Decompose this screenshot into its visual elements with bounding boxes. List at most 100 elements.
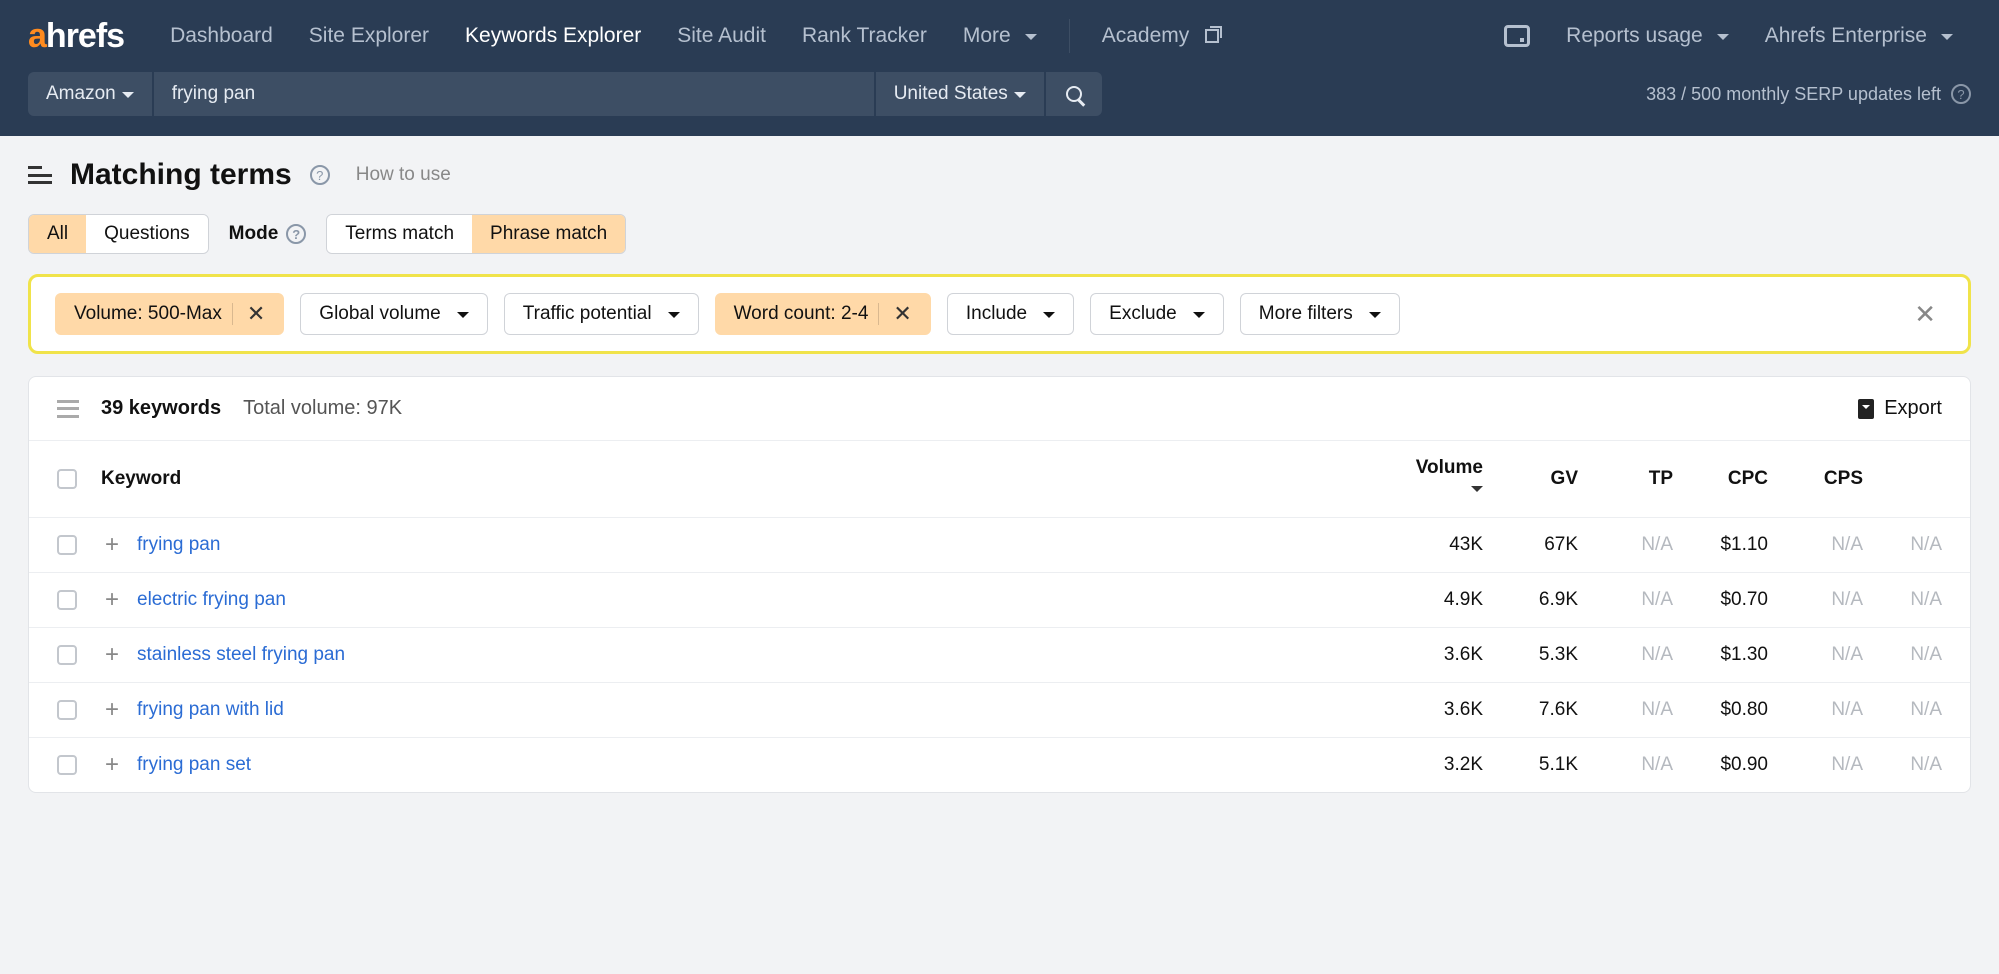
toggle-row: All Questions Mode? Terms match Phrase m… (28, 214, 1971, 254)
list-icon[interactable] (28, 166, 52, 184)
total-volume: Total volume: 97K (243, 397, 402, 420)
expand-button[interactable]: + (101, 644, 123, 666)
filter-exclude[interactable]: Exclude (1090, 293, 1224, 335)
cell-cps: N/A (1780, 628, 1875, 683)
row-checkbox[interactable] (57, 590, 77, 610)
keyword-input[interactable] (154, 72, 874, 116)
cell-extra: N/A (1875, 628, 1970, 683)
cell-cpc: $1.30 (1685, 628, 1780, 683)
cell-volume: 43K (1400, 518, 1495, 573)
content: Matching terms ? How to use All Question… (0, 136, 1999, 815)
keyword-link[interactable]: stainless steel frying pan (137, 644, 345, 665)
how-to-use-link[interactable]: How to use (356, 164, 451, 186)
logo-a: a (28, 17, 46, 55)
nav-site-explorer[interactable]: Site Explorer (291, 24, 447, 48)
nav-site-audit[interactable]: Site Audit (659, 24, 784, 48)
cell-tp: N/A (1590, 628, 1685, 683)
filter-bar: Volume: 500-Max✕ Global volume Traffic p… (28, 274, 1971, 354)
mode-help-icon[interactable]: ? (286, 224, 306, 244)
filter-traffic-potential[interactable]: Traffic potential (504, 293, 699, 335)
nav-academy-label: Academy (1102, 24, 1190, 48)
close-icon[interactable]: ✕ (232, 303, 265, 325)
nav-separator (1069, 19, 1070, 53)
row-checkbox[interactable] (57, 535, 77, 555)
source-select[interactable]: Amazon (28, 72, 152, 116)
logo[interactable]: ahrefs (28, 17, 124, 56)
search-button[interactable] (1046, 72, 1102, 116)
col-keyword[interactable]: Keyword (89, 441, 1400, 518)
export-button[interactable]: Export (1858, 397, 1942, 420)
keyword-link[interactable]: frying pan (137, 534, 220, 555)
col-volume[interactable]: Volume (1400, 441, 1495, 518)
topbar: ahrefs Dashboard Site Explorer Keywords … (0, 0, 1999, 136)
table-row: +stainless steel frying pan 3.6K 5.3K N/… (29, 628, 1970, 683)
search-icon (1066, 86, 1082, 102)
expand-button[interactable]: + (101, 754, 123, 776)
close-icon[interactable]: ✕ (878, 303, 911, 325)
keyword-link[interactable]: frying pan set (137, 754, 251, 775)
cell-cpc: $0.90 (1685, 738, 1780, 793)
filter-more[interactable]: More filters (1240, 293, 1400, 335)
page-title: Matching terms (70, 158, 292, 192)
table-header-row: Keyword Volume GV TP CPC CPS (29, 441, 1970, 518)
tablet-icon (1504, 25, 1530, 47)
title-help-icon[interactable]: ? (310, 165, 330, 185)
filter-global-volume[interactable]: Global volume (300, 293, 487, 335)
nav-device[interactable] (1486, 25, 1548, 47)
select-all-checkbox[interactable] (57, 469, 77, 489)
cell-volume: 3.2K (1400, 738, 1495, 793)
expand-button[interactable]: + (101, 699, 123, 721)
keyword-link[interactable]: frying pan with lid (137, 699, 284, 720)
rows-icon[interactable] (57, 400, 79, 418)
col-cpc[interactable]: CPC (1685, 441, 1780, 518)
keyword-count: 39 keywords (101, 397, 221, 420)
nav-academy[interactable]: Academy (1084, 24, 1238, 48)
clear-filters-button[interactable]: ✕ (1906, 299, 1944, 330)
filter-word-count[interactable]: Word count: 2-4✕ (715, 293, 931, 335)
filter-volume[interactable]: Volume: 500-Max✕ (55, 293, 284, 335)
nav-more[interactable]: More (945, 24, 1055, 48)
toggle-all[interactable]: All (29, 215, 86, 253)
logo-rest: hrefs (46, 17, 124, 55)
serp-updates-label: 383 / 500 monthly SERP updates left (1646, 84, 1941, 105)
row-checkbox[interactable] (57, 700, 77, 720)
toggle-phrase-match[interactable]: Phrase match (472, 215, 625, 253)
cell-tp: N/A (1590, 683, 1685, 738)
col-tp[interactable]: TP (1590, 441, 1685, 518)
row-checkbox[interactable] (57, 755, 77, 775)
row-checkbox[interactable] (57, 645, 77, 665)
serp-updates-info: 383 / 500 monthly SERP updates left ? (1646, 84, 1971, 105)
download-icon (1858, 399, 1874, 419)
country-select[interactable]: United States (876, 72, 1044, 116)
cell-extra: N/A (1875, 683, 1970, 738)
toggle-terms-match[interactable]: Terms match (327, 215, 472, 253)
keywords-table: Keyword Volume GV TP CPC CPS + frying pan… (29, 440, 1970, 792)
page-header: Matching terms ? How to use (28, 158, 1971, 192)
cell-tp: N/A (1590, 738, 1685, 793)
filter-include[interactable]: Include (947, 293, 1074, 335)
report-type-toggle: All Questions (28, 214, 209, 254)
col-extra (1875, 441, 1970, 518)
external-link-icon (1205, 29, 1219, 43)
col-gv[interactable]: GV (1495, 441, 1590, 518)
cell-cpc: $1.10 (1685, 518, 1780, 573)
search-row: Amazon United States 383 / 500 monthly S… (0, 72, 1999, 136)
cell-gv: 6.9K (1495, 573, 1590, 628)
nav-enterprise[interactable]: Ahrefs Enterprise (1747, 24, 1971, 48)
cell-gv: 5.1K (1495, 738, 1590, 793)
col-cps[interactable]: CPS (1780, 441, 1875, 518)
mode-label: Mode? (229, 223, 307, 245)
nav-reports-usage[interactable]: Reports usage (1548, 24, 1747, 48)
help-icon[interactable]: ? (1951, 84, 1971, 104)
nav-rank-tracker[interactable]: Rank Tracker (784, 24, 945, 48)
expand-button[interactable]: + (101, 534, 123, 556)
nav-keywords-explorer[interactable]: Keywords Explorer (447, 24, 659, 48)
keyword-link[interactable]: electric frying pan (137, 589, 286, 610)
cell-gv: 67K (1495, 518, 1590, 573)
cell-cpc: $0.80 (1685, 683, 1780, 738)
toggle-questions[interactable]: Questions (86, 215, 208, 253)
table-row: +frying pan 43K 67K N/A $1.10 N/A N/A (29, 518, 1970, 573)
nav-dashboard[interactable]: Dashboard (152, 24, 291, 48)
table-row: +electric frying pan 4.9K 6.9K N/A $0.70… (29, 573, 1970, 628)
expand-button[interactable]: + (101, 589, 123, 611)
